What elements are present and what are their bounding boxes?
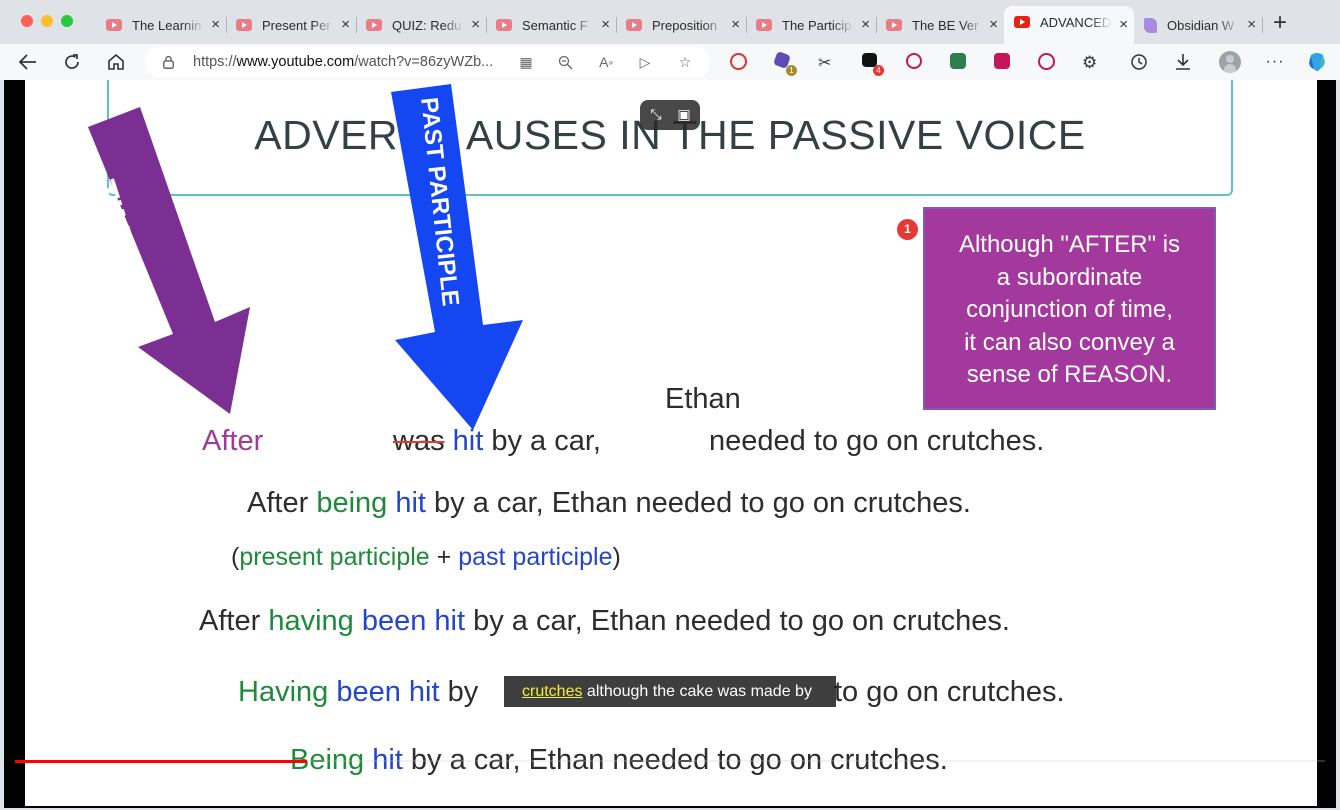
home-icon[interactable] [104,50,128,74]
obsidian-icon [1144,17,1157,33]
sentence-line-5-tail: to go on crutches. [834,676,1065,708]
extension-badge: 4 [873,65,884,76]
progress-played[interactable] [15,760,307,763]
youtube-icon [886,19,902,31]
zoom-out-icon[interactable] [556,53,574,71]
note-number-badge: 1 [897,219,918,240]
note-line: a subordinate [996,263,1143,291]
downloads-icon[interactable] [1171,50,1195,74]
youtube-icon [756,19,772,31]
tab-semantic[interactable]: Semantic F × [486,9,617,41]
close-tab-icon[interactable]: × [861,17,870,32]
youtube-icon [496,19,512,31]
word-hit: hit [452,425,484,457]
minimize-window-button[interactable] [41,15,53,27]
new-tab-button[interactable]: + [1273,11,1287,35]
download-extension-icon[interactable] [950,53,966,69]
video-slide[interactable]: ADVERB AUSES IN THE PASSIVE VOICE TIME PA… [25,80,1317,806]
tab-title: The Particip [782,17,852,33]
subtitle-caption: crutches although the cake was made by [504,676,836,707]
tab-advanced[interactable]: ADVANCED × [1004,6,1134,44]
tab-quiz[interactable]: QUIZ: Redu × [356,9,487,41]
zoom-window-button[interactable] [61,15,73,27]
youtube-icon [626,19,642,31]
reload-icon[interactable] [60,50,84,74]
search-extension-icon[interactable] [730,53,747,70]
caption-highlight: crutches [522,683,583,700]
tab-title: Present Per [262,17,331,33]
tab-participle[interactable]: The Particip × [746,9,877,41]
back-icon[interactable] [16,50,40,74]
youtube-icon [366,19,382,31]
more-menu-icon[interactable]: ··· [1263,50,1287,74]
close-tab-icon[interactable]: × [341,17,350,32]
sentence-line-5: Having been hit by [238,676,479,708]
tab-title: QUIZ: Redu [392,17,462,33]
close-tab-icon[interactable]: × [1119,17,1128,32]
sentence-line-2: After being hit by a car, Ethan needed t… [247,487,971,519]
address-bar[interactable]: https://www.youtube.com/watch?v=86zyWZb.… [145,46,710,78]
sentence-tail: needed to go on crutches. [709,425,1045,457]
close-window-button[interactable] [21,15,33,27]
picture-in-picture-icon[interactable]: ▣ [674,105,694,123]
picture-in-picture-icon[interactable]: ▷ [636,53,654,71]
ethan-label: Ethan [665,383,741,415]
tab-title: Obsidian W [1167,17,1235,33]
read-aloud-icon[interactable]: A» [597,53,615,71]
tab-title: The Learnin [132,17,202,33]
copilot-icon[interactable] [1305,50,1329,74]
reason-note: Although "AFTER" is a subordinate conjun… [923,207,1216,410]
tab-title: ADVANCED [1040,14,1112,30]
board-extension-icon[interactable] [994,53,1010,69]
browser-toolbar: https://www.youtube.com/watch?v=86zyWZb.… [0,44,1340,80]
tab-title: Semantic F [522,17,588,33]
youtube-icon [236,19,252,31]
participle-formula: (present participle + past participle) [231,543,621,571]
tab-the-learning[interactable]: The Learnin × [96,9,227,41]
word-was: was [393,425,445,457]
close-tab-icon[interactable]: × [1247,17,1256,32]
lock-icon [163,55,174,69]
profile-avatar[interactable] [1219,51,1241,73]
sentence-line-4: After having been hit by a car, Ethan ne… [199,605,1010,637]
note-line: sense of REASON. [966,361,1173,388]
word-after: After [202,425,264,457]
sentence-line-1b: was hit by a car, [393,425,601,458]
note-line: Although "AFTER" is [958,231,1181,258]
note-line: it can also convey a [964,328,1175,356]
play-extension-icon[interactable] [1038,53,1055,70]
extensions-puzzle-icon[interactable]: ⚙ [1082,53,1100,72]
progress-track[interactable] [307,760,1325,762]
tab-strip: The Learnin × Present Per × QUIZ: Redu ×… [0,0,1340,44]
close-tab-icon[interactable]: × [471,17,480,32]
sentence-rest: by a car, [483,425,601,457]
youtube-icon [1014,16,1030,28]
tab-be-verb[interactable]: The BE Ver × [876,9,1004,41]
note-line: conjunction of time, [966,296,1173,323]
tab-title: Preposition [652,17,718,33]
youtube-icon [106,19,122,31]
favorite-star-icon[interactable]: ☆ [676,53,694,71]
close-tab-icon[interactable]: × [989,17,998,32]
tools-extension-icon[interactable]: ✂ [818,53,836,72]
close-tab-icon[interactable]: × [731,17,740,32]
tab-present-perfect[interactable]: Present Per × [226,9,357,41]
caption-text: although the cake was made by [582,683,812,700]
sentence-line-1: After [202,425,263,458]
sentence-line-1c: needed to go on crutches. [709,425,1044,458]
tab-obsidian[interactable]: Obsidian W × [1134,9,1263,41]
video-overlay-controls: ⤡ ▣ [640,100,700,130]
close-tab-icon[interactable]: × [601,17,610,32]
close-tab-icon[interactable]: × [211,17,220,32]
url-text: https://www.youtube.com/watch?v=86zyWZb.… [193,54,494,70]
past-participle-arrow [391,84,523,430]
record-extension-icon[interactable] [906,53,922,69]
app-available-icon[interactable]: ▦ [517,53,535,71]
title-box: ADVERB AUSES IN THE PASSIVE VOICE [107,80,1233,196]
history-icon[interactable] [1127,50,1151,74]
exit-fullscreen-icon[interactable]: ⤡ [646,105,666,123]
tab-title: The BE Ver [912,17,979,33]
extension-badge: 1 [786,65,797,76]
tab-preposition[interactable]: Preposition × [616,9,747,41]
